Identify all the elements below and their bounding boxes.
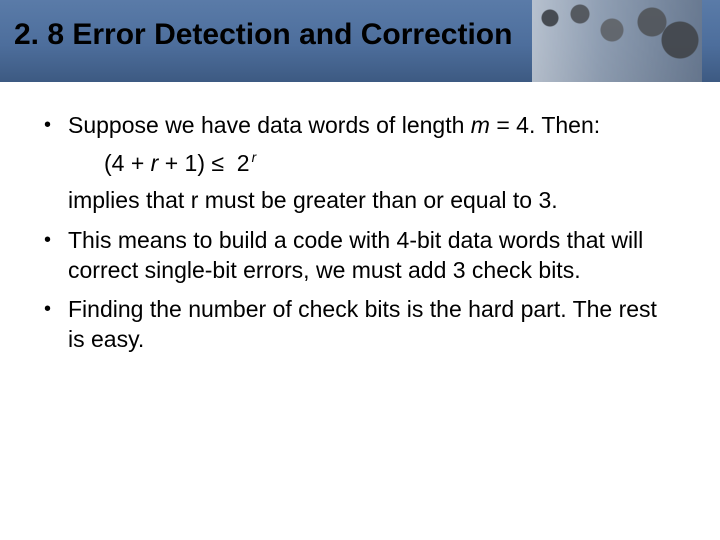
bullet-1-pre: Suppose we have data words of length [68,112,471,138]
formula-le: ≤ [211,150,224,176]
bullet-1-text: Suppose we have data words of length m =… [68,110,676,140]
formula-r-exp: r [252,150,257,165]
bullet-dot: • [44,227,68,253]
bullet-dot: • [44,296,68,322]
bullet-1-m: m [471,112,490,138]
bullet-1-continue: implies that r must be greater than or e… [68,185,676,215]
formula-mid2: 2 [224,150,250,176]
bullet-3: • Finding the number of check bits is th… [44,294,676,355]
formula-line: (4 + r + 1) ≤ 2r [104,148,676,178]
header-photo [532,0,702,82]
bullet-1: • Suppose we have data words of length m… [44,110,676,140]
slide-title: 2. 8 Error Detection and Correction [14,18,512,52]
slide-content: • Suppose we have data words of length m… [0,110,720,363]
bullet-dot: • [44,112,68,138]
formula-pre: (4 + [104,150,151,176]
formula-mid1: + 1) [158,150,211,176]
bullet-2: • This means to build a code with 4-bit … [44,225,676,286]
bullet-3-text: Finding the number of check bits is the … [68,294,676,355]
bullet-2-text: This means to build a code with 4-bit da… [68,225,676,286]
bullet-1-post: = 4. Then: [490,112,600,138]
